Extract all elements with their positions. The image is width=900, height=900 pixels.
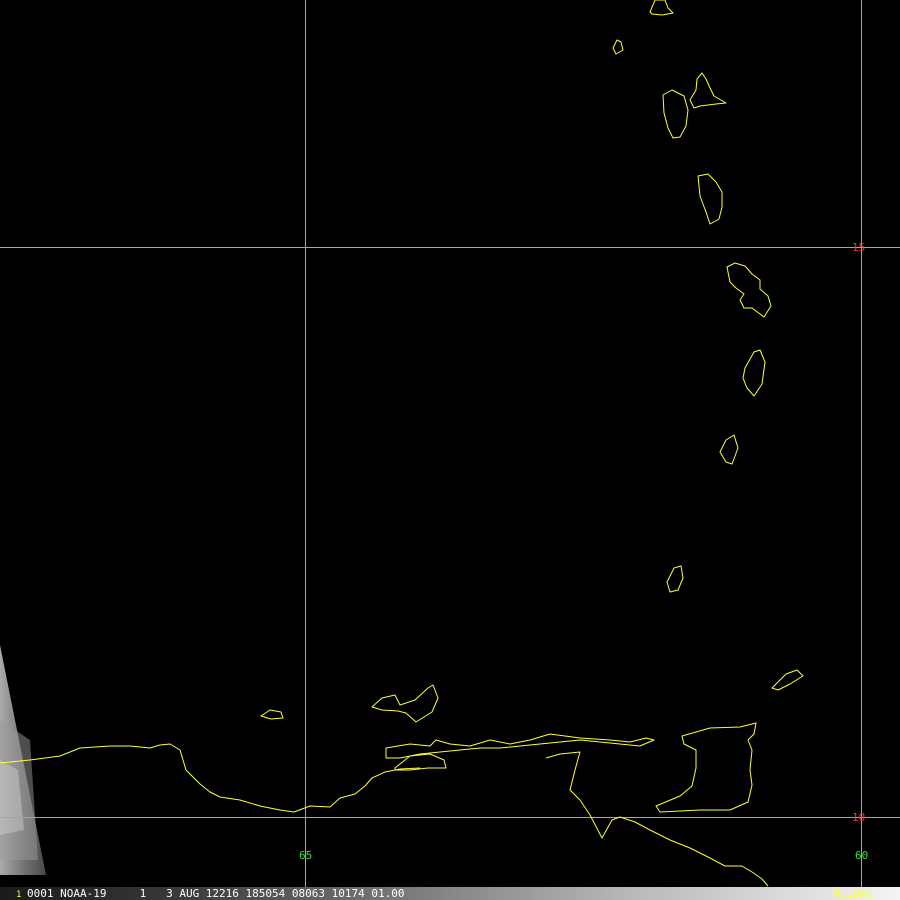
coastlines: [0, 0, 804, 887]
coastline-guadeloupe-east: [689, 72, 727, 109]
coastline-paria-peninsula: [394, 753, 447, 771]
mcidas-logo: McIDAS: [833, 887, 873, 900]
lat-label-10: 10: [852, 811, 866, 824]
lat-label-15: 15: [852, 241, 866, 254]
coastline-la-tortuga: [260, 709, 284, 720]
lon-label-60: 60: [855, 849, 869, 862]
frame-number: 1: [16, 890, 22, 900]
coastline-guadeloupe-west: [662, 89, 689, 139]
status-bar: 1 0001 NOAA-19 1 3 AUG 12216 185054 0806…: [0, 887, 900, 900]
coastline-orinoco-delta: [545, 751, 769, 887]
lat-lon-grid: [0, 0, 900, 887]
coastline-grenada: [666, 565, 684, 593]
lon-label-65: 65: [299, 849, 313, 862]
coastline-tobago: [771, 669, 804, 691]
imagery-swath: [0, 645, 46, 875]
satellite-map: [0, 0, 900, 887]
image-metadata: 0001 NOAA-19 1 3 AUG 12216 185054 08063 …: [27, 887, 405, 900]
coastline-island-small: [612, 39, 624, 55]
coastline-island-top: [649, 0, 674, 16]
coastline-st-vincent: [719, 434, 739, 465]
coastline-st-lucia: [742, 349, 766, 397]
coastline-margarita: [371, 684, 439, 723]
coastline-trinidad: [655, 722, 757, 813]
coastline-dominica: [697, 173, 723, 225]
coastline-venezuela-main: [0, 743, 421, 813]
coastline-martinique: [726, 262, 772, 318]
satellite-image-viewer: 15 10 65 60 1 0001 NOAA-19 1 3 AUG 12216…: [0, 0, 900, 900]
